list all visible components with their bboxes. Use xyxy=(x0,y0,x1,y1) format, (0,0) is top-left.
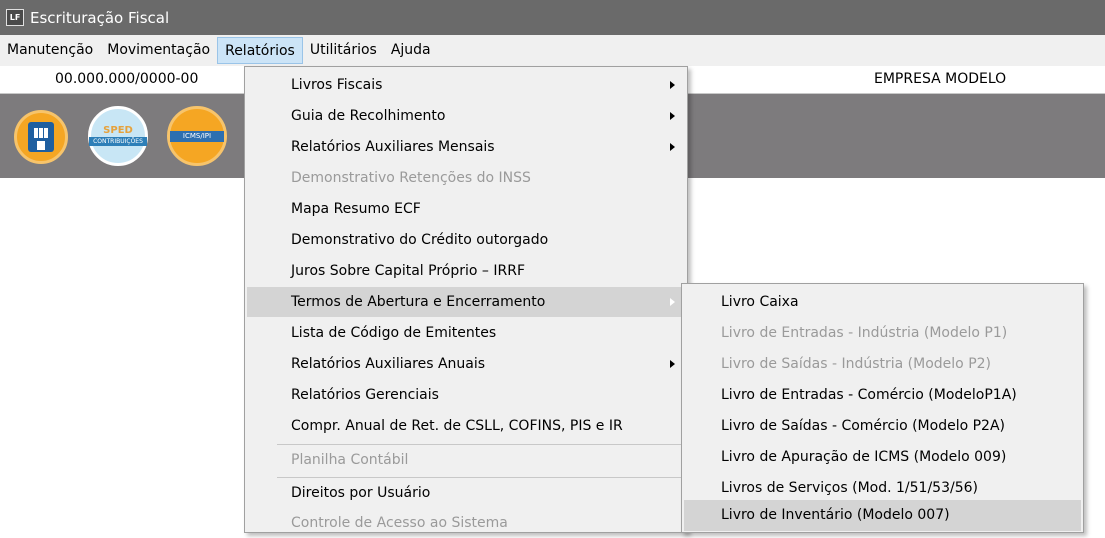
menu-item-lista-codigo-emitentes[interactable]: Lista de Código de Emitentes xyxy=(247,318,685,348)
menu-item-demonstrativo-inss: Demonstrativo Retenções do INSS xyxy=(291,170,531,186)
menu-relatorios[interactable]: Relatórios xyxy=(217,37,303,64)
submenu-item-apuracao-icms[interactable]: Livro de Apuração de ICMS (Modelo 009) xyxy=(684,442,1081,473)
menu-ajuda[interactable]: Ajuda xyxy=(384,35,438,66)
sped-logo-text: SPED xyxy=(103,125,133,136)
termos-submenu: Livro Caixa Livro de Entradas - Indústri… xyxy=(681,283,1084,533)
title-bar: LF Escrituração Fiscal xyxy=(0,0,1105,35)
icms-ipi-button[interactable]: ICMS/IPI xyxy=(167,106,227,166)
menu-item-termos-abertura[interactable]: Termos de Abertura e Encerramento xyxy=(247,287,685,317)
company-name: EMPRESA MODELO xyxy=(874,71,1007,87)
menu-utilitarios[interactable]: Utilitários xyxy=(303,35,384,66)
menu-item-planilha-contabil: Planilha Contábil xyxy=(291,452,409,468)
menu-item-credito-outorgado[interactable]: Demonstrativo do Crédito outorgado xyxy=(247,225,685,255)
menu-item-guia-recolhimento[interactable]: Guia de Recolhimento xyxy=(247,101,685,131)
submenu-arrow-icon xyxy=(670,81,675,89)
menu-item-compr-anual-ret[interactable]: Compr. Anual de Ret. de CSLL, COFINS, PI… xyxy=(247,411,685,441)
cnpj-text: 00.000.000/0000-00 xyxy=(55,71,199,87)
menu-item-relatorios-aux-anuais[interactable]: Relatórios Auxiliares Anuais xyxy=(247,349,685,379)
menu-item-relatorios-aux-mensais[interactable]: Relatórios Auxiliares Mensais xyxy=(247,132,685,162)
submenu-item-saidas-industria: Livro de Saídas - Indústria (Modelo P2) xyxy=(721,356,991,372)
menu-bar: Manutenção Movimentação Relatórios Utili… xyxy=(0,35,1105,66)
building-icon-button[interactable] xyxy=(14,110,68,164)
app-icon: LF xyxy=(6,9,24,26)
menu-movimentacao[interactable]: Movimentação xyxy=(100,35,217,66)
menu-item-relatorios-gerenciais[interactable]: Relatórios Gerenciais xyxy=(247,380,685,410)
submenu-arrow-icon xyxy=(670,360,675,368)
submenu-arrow-icon xyxy=(670,112,675,120)
submenu-item-livro-inventario[interactable]: Livro de Inventário (Modelo 007) xyxy=(684,500,1081,531)
menu-item-juros-capital-proprio[interactable]: Juros Sobre Capital Próprio – IRRF xyxy=(247,256,685,286)
sped-band-text: CONTRIBUIÇÕES xyxy=(89,137,147,146)
relatorios-dropdown: Livros Fiscais Guia de Recolhimento Rela… xyxy=(244,66,688,533)
submenu-item-entradas-industria: Livro de Entradas - Indústria (Modelo P1… xyxy=(721,325,1008,341)
submenu-item-entradas-comercio[interactable]: Livro de Entradas - Comércio (ModeloP1A) xyxy=(684,380,1081,411)
building-icon xyxy=(28,122,54,152)
menu-item-controle-acesso: Controle de Acesso ao Sistema xyxy=(291,515,508,531)
submenu-item-saidas-comercio[interactable]: Livro de Saídas - Comércio (Modelo P2A) xyxy=(684,411,1081,442)
window-title: Escrituração Fiscal xyxy=(30,8,170,27)
submenu-item-livro-caixa[interactable]: Livro Caixa xyxy=(684,287,1081,318)
sped-contribuicoes-button[interactable]: SPED CONTRIBUIÇÕES xyxy=(88,106,148,166)
menu-manutencao[interactable]: Manutenção xyxy=(0,35,100,66)
menu-item-mapa-resumo-ecf[interactable]: Mapa Resumo ECF xyxy=(247,194,685,224)
submenu-arrow-icon xyxy=(670,143,675,151)
icms-band-text: ICMS/IPI xyxy=(170,130,224,142)
submenu-arrow-icon xyxy=(670,298,675,306)
menu-item-direitos-usuario[interactable]: Direitos por Usuário xyxy=(247,478,685,508)
menu-item-livros-fiscais[interactable]: Livros Fiscais xyxy=(247,70,685,100)
